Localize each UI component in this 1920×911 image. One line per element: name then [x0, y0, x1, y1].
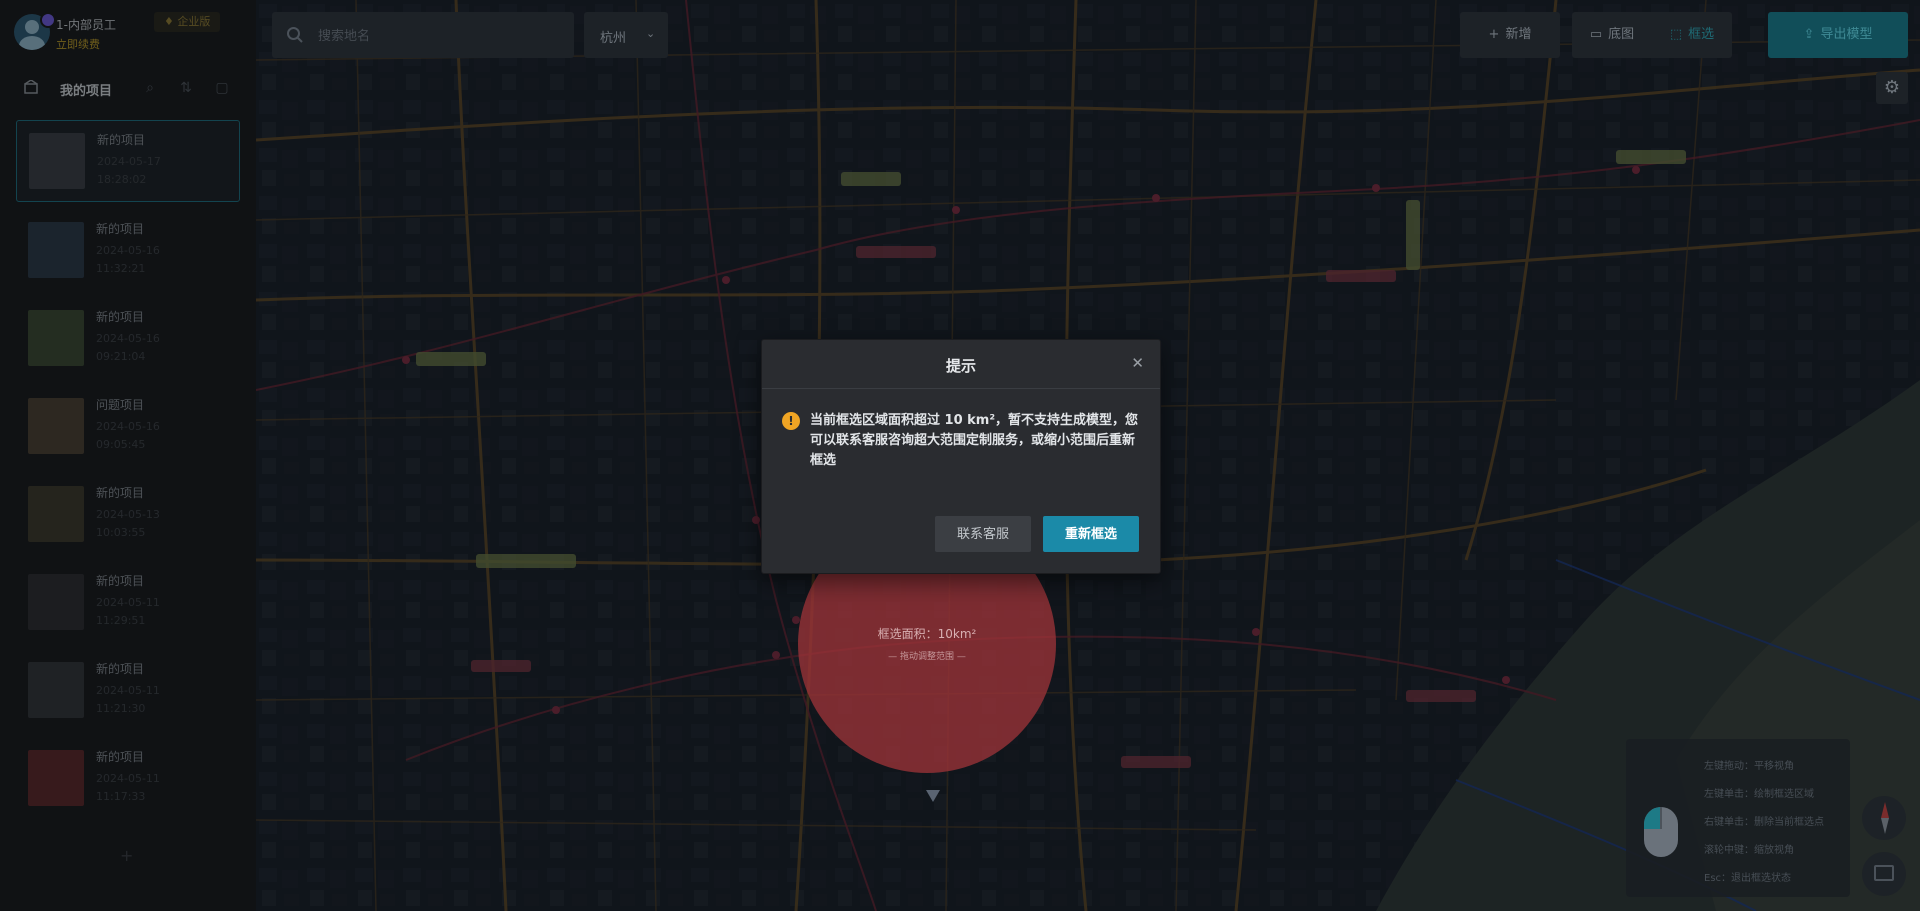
contact-support-button[interactable]: 联系客服 [935, 516, 1031, 552]
gear-icon: ⚙ [1883, 77, 1901, 98]
place-search [272, 12, 574, 58]
alert-dialog: 提示 ✕ ! 当前框选区域面积超过 10 km²，暂不支持生成模型，您可以联系客… [761, 339, 1161, 574]
dialog-message: 当前框选区域面积超过 10 km²，暂不支持生成模型，您可以联系客服咨询超大范围… [810, 413, 1139, 468]
search-input[interactable] [316, 24, 560, 48]
export-icon: ⇪ [1803, 27, 1815, 42]
compass-button[interactable] [1862, 796, 1906, 840]
chevron-down-icon: ⌄ [646, 27, 656, 40]
selection-area-label: 框选面积：10km² [877, 627, 977, 641]
add-button[interactable]: + 新增 [1460, 12, 1560, 58]
export-model-label: 导出模型 [1820, 27, 1873, 42]
tab-basemap-label: 底图 [1608, 27, 1635, 42]
map-icon: ▭ [1589, 27, 1603, 42]
export-model-button[interactable]: ⇪ 导出模型 [1768, 12, 1908, 58]
city-select[interactable]: 杭州 ⌄ [584, 12, 668, 58]
plus-icon: + [1488, 27, 1500, 42]
reselect-area-button[interactable]: 重新框选 [1043, 516, 1139, 552]
close-icon[interactable]: ✕ [1131, 354, 1144, 372]
tab-select-area-label: 框选 [1688, 27, 1715, 42]
view-mode-icon [1874, 865, 1894, 881]
view-mode-button[interactable] [1862, 852, 1906, 896]
tab-select-area[interactable]: ⬚ 框选 [1652, 12, 1732, 58]
select-icon: ⬚ [1669, 27, 1683, 42]
compass-north-icon [1881, 802, 1889, 818]
tab-basemap[interactable]: ▭ 底图 [1572, 12, 1652, 58]
view-toggle: ▭ 底图 ⬚ 框选 [1572, 12, 1732, 58]
help-row: 右键单击：删除当前框选点 [1704, 817, 1824, 828]
help-row: 滚轮中键：缩放视角 [1704, 845, 1794, 856]
dialog-title: 提示 [945, 357, 976, 375]
help-row: 左键拖动：平移视角 [1704, 761, 1794, 772]
warning-icon: ! [782, 412, 800, 430]
settings-button[interactable]: ⚙ [1876, 72, 1908, 104]
help-row: Esc：退出框选状态 [1704, 873, 1792, 884]
dialog-header: 提示 ✕ [762, 340, 1160, 389]
compass-south-icon [1881, 818, 1889, 834]
selection-area-hint: — 拖动调整范围 — [888, 652, 966, 662]
location-pin-icon [926, 790, 940, 802]
mouse-icon [1644, 807, 1678, 857]
city-select-value: 杭州 [600, 31, 627, 46]
help-row: 左键单击：绘制框选区域 [1704, 789, 1814, 800]
search-icon [287, 27, 303, 43]
add-button-label: 新增 [1505, 27, 1532, 42]
mouse-help-panel: 左键拖动：平移视角 左键单击：绘制框选区域 右键单击：删除当前框选点 滚轮中键：… [1626, 739, 1850, 897]
